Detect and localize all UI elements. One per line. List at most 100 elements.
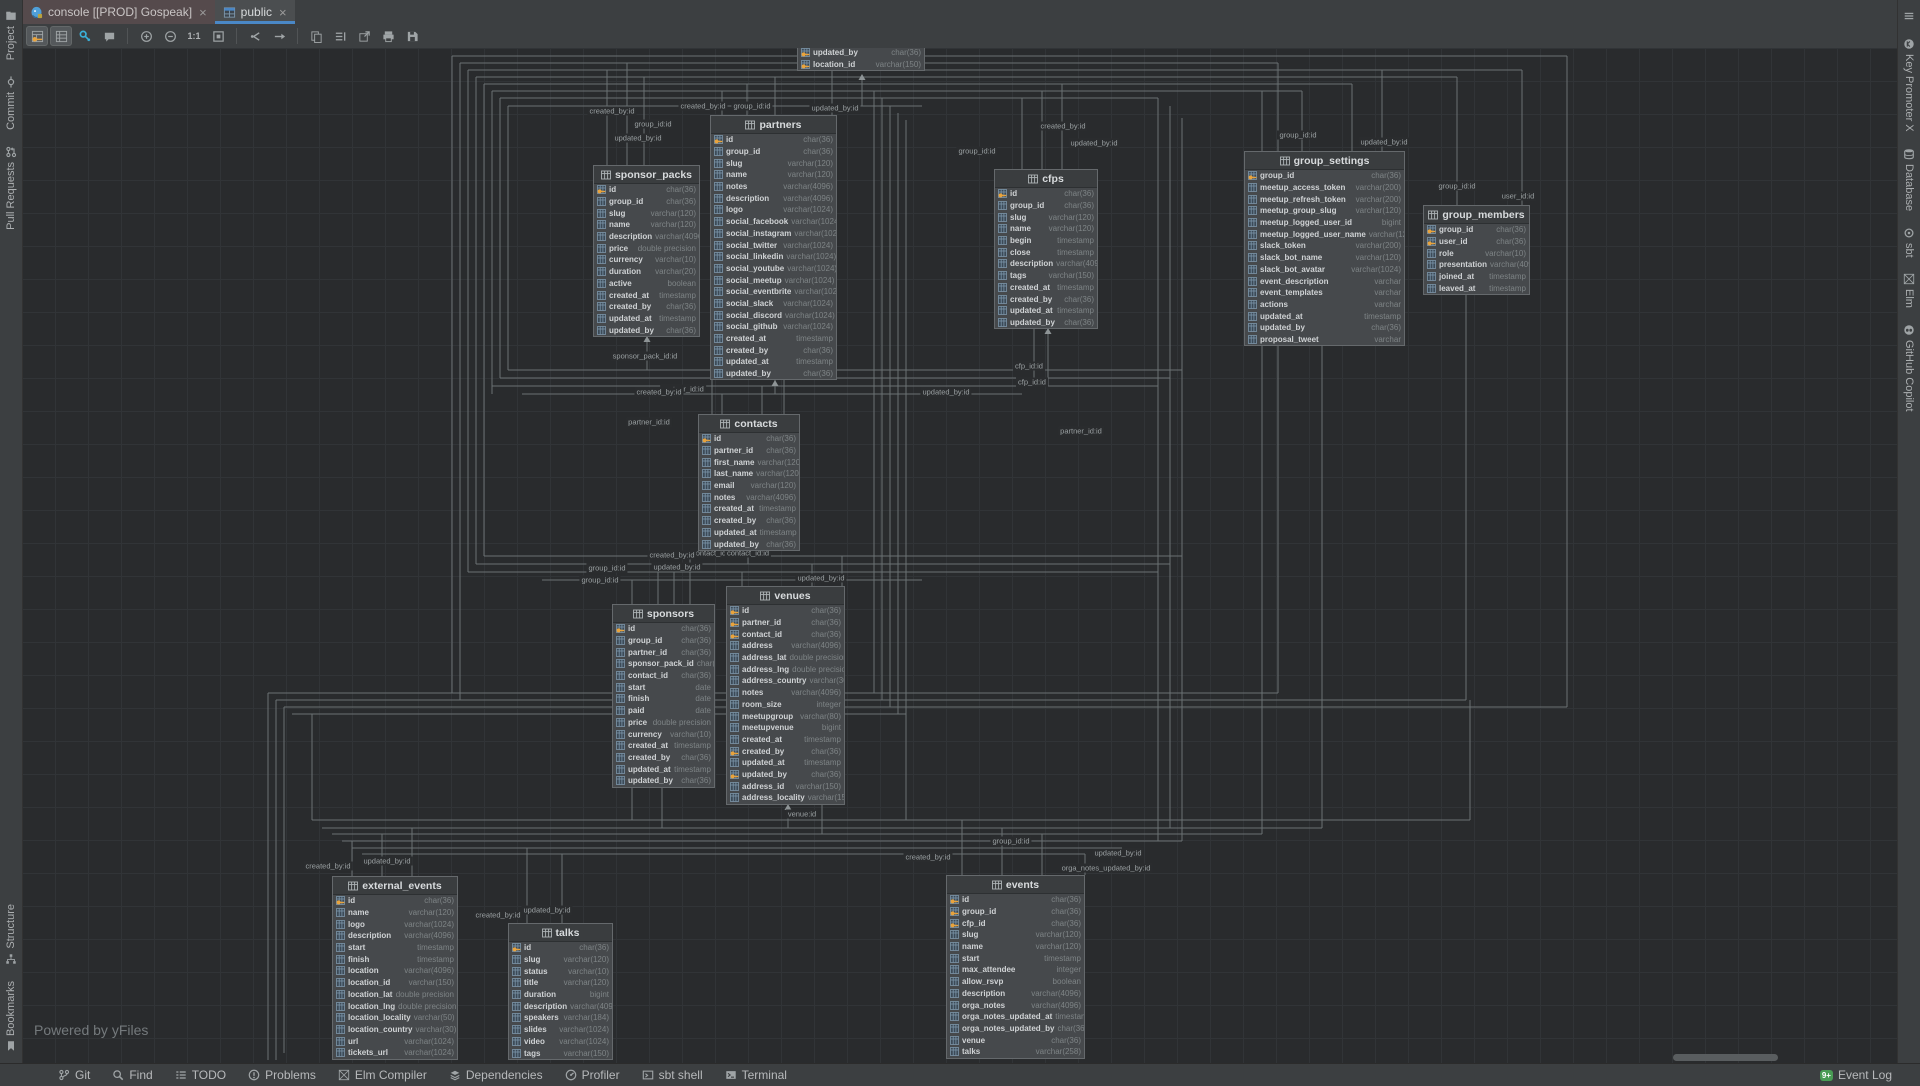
status-item-terminal[interactable]: Terminal [725, 1068, 787, 1082]
editor-tab-bar: console [[PROD] Gospeak]×public× [22, 0, 1898, 25]
tool-window-sbt[interactable]: sbt [1898, 219, 1920, 266]
table-node-talks[interactable]: talksidchar(36)slugvarchar(120)statusvar… [508, 923, 613, 1060]
table-header[interactable]: talks [509, 924, 612, 942]
table-node-venues[interactable]: venuesidchar(36)partner_idchar(36)contac… [726, 586, 845, 805]
tool-window-bookmarks[interactable]: Bookmarks [0, 973, 22, 1060]
table-node-cfps[interactable]: cfpsidchar(36)group_idchar(36)slugvarcha… [994, 169, 1098, 329]
status-item-elm-compiler[interactable]: Elm Compiler [338, 1068, 427, 1082]
table-node-sponsors[interactable]: sponsorsidchar(36)group_idchar(36)partne… [612, 604, 715, 788]
column-name: group_id [1010, 201, 1044, 210]
table-node-external_events[interactable]: external_eventsidchar(36)namevarchar(120… [332, 876, 458, 1060]
actual-size-button[interactable]: 1:1 [183, 26, 205, 46]
show-keys-button[interactable] [74, 26, 96, 46]
primary-key-icon [616, 624, 625, 633]
table-header[interactable]: sponsor_packs [594, 166, 699, 184]
table-column-row: idchar(36) [594, 184, 699, 196]
column-name: name [609, 220, 630, 229]
tool-window-database[interactable]: Database [1898, 140, 1920, 219]
status-item-git[interactable]: Git [58, 1068, 90, 1082]
column-name: updated_by [1010, 318, 1055, 327]
table-column-row: group_idchar(36) [594, 196, 699, 208]
comments-button[interactable] [98, 26, 120, 46]
copy-diagram-icon [310, 30, 323, 43]
column-type: timestamp [1057, 236, 1094, 245]
close-icon[interactable]: × [279, 5, 287, 20]
right-strip-top: Key Promoter XDatabase sbt ElmGitHub Copil… [1898, 2, 1920, 420]
column-type: char(36) [681, 753, 711, 762]
column-icon [512, 1037, 521, 1046]
open-in-new-window-button[interactable] [353, 26, 375, 46]
tool-window-structure[interactable]: Structure [0, 896, 22, 973]
zoom-out-button[interactable] [159, 26, 181, 46]
column-name: updated_by [1260, 323, 1305, 332]
tool-window-project[interactable]: Project [0, 2, 22, 68]
table-node-clipped[interactable]: updated_bychar(36)location_idvarchar(150… [797, 48, 925, 71]
table-node-group_settings[interactable]: group_settingsgroup_idchar(36)meetup_acc… [1244, 151, 1405, 346]
table-header[interactable]: group_members [1424, 206, 1529, 224]
table-header[interactable]: contacts [699, 415, 799, 433]
primary-key-icon [950, 895, 959, 904]
main-menu-button[interactable] [1898, 2, 1920, 30]
tool-window-commit[interactable]: Commit [0, 68, 22, 138]
table-header[interactable]: partners [711, 116, 836, 134]
column-type: timestamp [1055, 1012, 1085, 1021]
table-header[interactable]: group_settings [1245, 152, 1404, 170]
status-item-event-log[interactable]: 9+Event Log [1820, 1068, 1892, 1082]
column-name: close [1010, 248, 1030, 257]
edge-label: partner_id:id [626, 418, 672, 427]
column-type: varchar(1024) [785, 276, 835, 285]
diagram-canvas[interactable]: Powered by yFiles updated_bychar(36)loca… [22, 48, 1898, 1064]
table-header[interactable]: events [947, 876, 1084, 894]
table-header[interactable]: sponsors [613, 605, 714, 623]
tool-window-label: sbt [1903, 243, 1915, 258]
tool-window-github-copilot[interactable]: GitHub Copilot [1898, 316, 1920, 420]
table-node-events[interactable]: eventsidchar(36)group_idchar(36)cfp_idch… [946, 875, 1085, 1059]
find-icon [112, 1069, 124, 1081]
zoom-in-button[interactable] [135, 26, 157, 46]
table-node-contacts[interactable]: contactsidchar(36)partner_idchar(36)firs… [698, 414, 800, 551]
merge-edges-button[interactable] [244, 26, 266, 46]
close-icon[interactable]: × [199, 5, 207, 20]
editor-tab-1[interactable]: public× [215, 0, 295, 24]
table-node-group_members[interactable]: group_membersgroup_idchar(36)user_idchar… [1423, 205, 1530, 295]
tool-window-label: Pull Requests [5, 162, 17, 230]
table-header[interactable]: venues [727, 587, 844, 605]
edge-list-button[interactable] [329, 26, 351, 46]
status-item-todo[interactable]: TODO [175, 1068, 226, 1082]
table-node-sponsor_packs[interactable]: sponsor_packsidchar(36)group_idchar(36)s… [593, 165, 700, 337]
status-item-profiler[interactable]: Profiler [565, 1068, 620, 1082]
edge-label: updated_by:id [1092, 849, 1143, 858]
table-header[interactable]: cfps [995, 170, 1097, 188]
editor-tab-0[interactable]: console [[PROD] Gospeak]× [22, 0, 215, 24]
status-item-sbt-shell[interactable]: sbt shell [642, 1068, 703, 1082]
table-column-row: namevarchar(120) [333, 907, 457, 919]
print-button[interactable] [377, 26, 399, 46]
tool-window-pull-requests[interactable]: Pull Requests [0, 138, 22, 238]
column-icon [714, 229, 723, 238]
status-item-dependencies[interactable]: Dependencies [449, 1068, 543, 1082]
horizontal-scrollbar-thumb[interactable] [1673, 1054, 1778, 1061]
column-icon [730, 700, 739, 709]
status-item-problems[interactable]: Problems [248, 1068, 316, 1082]
table-column-row: logovarchar(1024) [711, 204, 836, 216]
pull-requests-icon [5, 146, 17, 158]
copy-diagram-button[interactable] [305, 26, 327, 46]
table-header[interactable]: external_events [333, 877, 457, 895]
column-name: address_id [742, 782, 784, 791]
tool-window-key-promoter-x[interactable]: Key Promoter X [1898, 30, 1920, 140]
table-node-partners[interactable]: partnersidchar(36)group_idchar(36)slugva… [710, 115, 837, 380]
diagram-objects-toggle-button[interactable] [26, 26, 48, 46]
edge-label: cfp_id:id [1016, 378, 1048, 387]
tool-window-elm[interactable]: Elm [1898, 265, 1920, 316]
column-list-toggle-button[interactable] [50, 26, 72, 46]
column-name: currency [609, 255, 643, 264]
table-column-row: updated_bychar(36) [594, 324, 699, 336]
fit-content-button[interactable] [207, 26, 229, 46]
table-column-row: slack_bot_avatarvarchar(1024) [1245, 264, 1404, 276]
column-icon [1248, 230, 1257, 239]
save-diagram-button[interactable] [401, 26, 423, 46]
column-name: created_at [628, 741, 668, 750]
table-column-row: urlvarchar(1024) [333, 1035, 457, 1047]
status-item-find[interactable]: Find [112, 1068, 152, 1082]
straighten-edges-button[interactable] [268, 26, 290, 46]
